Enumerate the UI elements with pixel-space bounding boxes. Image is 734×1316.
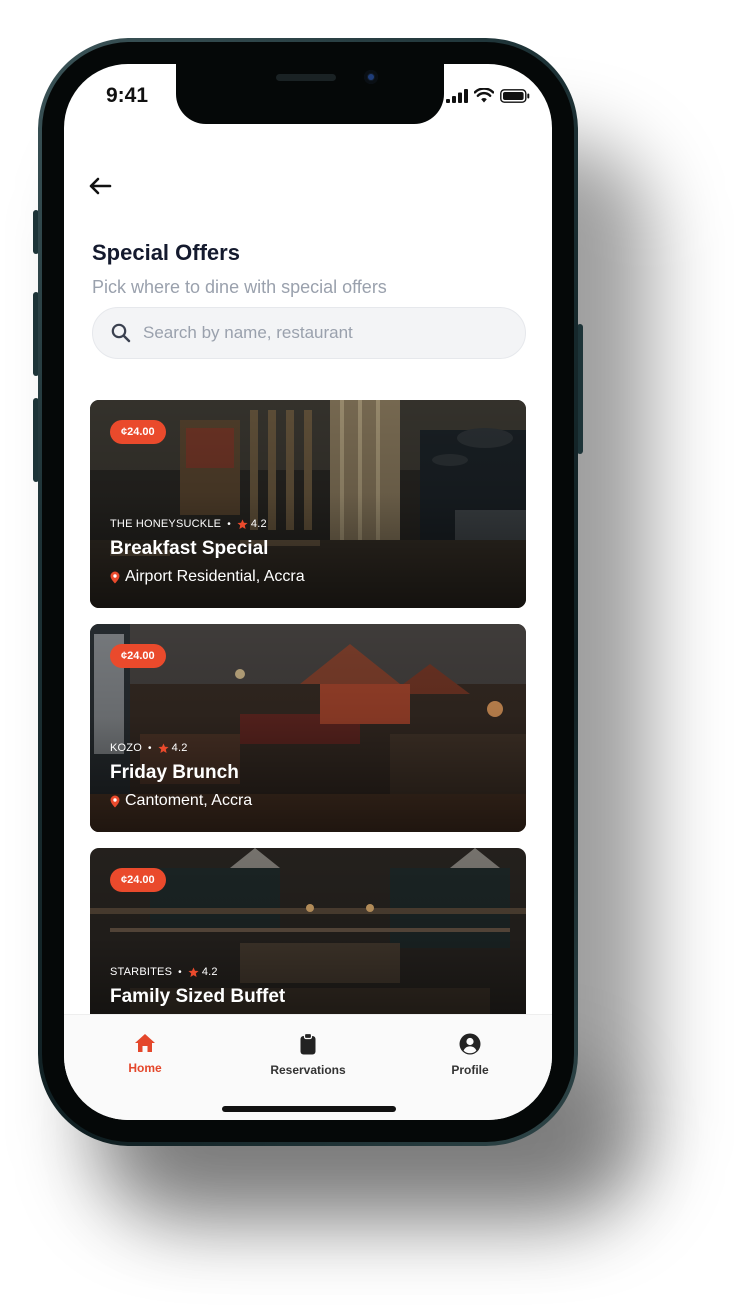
separator-dot: • bbox=[227, 518, 231, 530]
rating-value: 4.2 bbox=[171, 742, 188, 754]
rating: 4.2 bbox=[158, 742, 188, 754]
app-screen: 9:41 Special Offers Pick where to dine w… bbox=[64, 64, 552, 1120]
offer-location: Airport Residential, Accra bbox=[110, 568, 305, 586]
notch bbox=[176, 64, 444, 124]
phone-bezel: 9:41 Special Offers Pick where to dine w… bbox=[42, 42, 574, 1142]
clipboard-icon bbox=[300, 1033, 316, 1055]
separator-dot: • bbox=[147, 742, 152, 754]
tab-profile-label: Profile bbox=[451, 1063, 489, 1077]
separator-dot: • bbox=[178, 966, 182, 978]
rating: 4.2 bbox=[188, 966, 218, 978]
location-text: Cantoment, Accra bbox=[125, 792, 253, 809]
offer-title: Family Sized Buffet bbox=[110, 986, 286, 1007]
restaurant-name: STARBITES bbox=[110, 966, 173, 978]
battery-icon bbox=[500, 88, 530, 103]
tab-home[interactable]: Home bbox=[90, 1033, 200, 1075]
rating: 4.2 bbox=[237, 518, 267, 530]
tab-home-label: Home bbox=[128, 1061, 162, 1075]
device-mockup: 9:41 Special Offers Pick where to dine w… bbox=[0, 0, 734, 1316]
restaurant-name: KOZO bbox=[110, 742, 142, 754]
status-time: 9:41 bbox=[106, 84, 149, 107]
tab-reservations[interactable]: Reservations bbox=[253, 1033, 363, 1077]
price-badge: ¢24.00 bbox=[110, 420, 166, 444]
restaurant-name: THE HONEYSUCKLE bbox=[110, 518, 222, 530]
speaker-grille bbox=[276, 74, 336, 81]
status-icons bbox=[446, 88, 530, 103]
search-icon bbox=[111, 323, 131, 343]
offer-title: Friday Brunch bbox=[110, 762, 239, 783]
location-text: Airport Residential, Accra bbox=[125, 568, 305, 585]
front-camera bbox=[364, 70, 378, 84]
page-subtitle: Pick where to dine with special offers bbox=[92, 277, 387, 297]
search-bar[interactable] bbox=[92, 307, 526, 359]
price-badge: ¢24.00 bbox=[110, 868, 166, 892]
rating-value: 4.2 bbox=[250, 518, 267, 530]
back-button[interactable] bbox=[88, 168, 124, 204]
home-icon bbox=[135, 1034, 155, 1052]
price-badge: ¢24.00 bbox=[110, 644, 166, 668]
cellular-signal-icon bbox=[446, 88, 468, 103]
rating-value: 4.2 bbox=[201, 966, 218, 978]
offer-card[interactable]: ¢24.00 KOZO • 4.2 Friday Brunch Cantomen… bbox=[90, 624, 526, 832]
offer-title: Breakfast Special bbox=[110, 538, 269, 559]
phone-frame: 9:41 Special Offers Pick where to dine w… bbox=[38, 38, 578, 1146]
location-pin-icon bbox=[110, 795, 120, 807]
bottom-tab-bar: Home Reservations Profile bbox=[64, 1014, 552, 1120]
offer-card[interactable]: ¢24.00 THE HONEYSUCKLE • 4.2 Breakfast S… bbox=[90, 400, 526, 608]
star-icon bbox=[237, 518, 248, 529]
arrow-left-icon bbox=[89, 177, 112, 195]
wifi-icon bbox=[474, 88, 494, 103]
card-meta: KOZO • 4.2 bbox=[110, 742, 188, 754]
home-indicator[interactable] bbox=[222, 1106, 396, 1112]
card-meta: THE HONEYSUCKLE • 4.2 bbox=[110, 518, 267, 530]
offer-location: Cantoment, Accra bbox=[110, 792, 252, 810]
star-icon bbox=[188, 966, 199, 977]
location-pin-icon bbox=[110, 571, 120, 583]
tab-profile[interactable]: Profile bbox=[415, 1033, 525, 1077]
user-circle-icon bbox=[459, 1033, 481, 1055]
search-input[interactable] bbox=[143, 323, 503, 343]
page-title: Special Offers bbox=[92, 240, 240, 265]
card-meta: STARBITES • 4.2 bbox=[110, 966, 218, 978]
tab-reservations-label: Reservations bbox=[270, 1063, 346, 1077]
star-icon bbox=[158, 742, 169, 753]
